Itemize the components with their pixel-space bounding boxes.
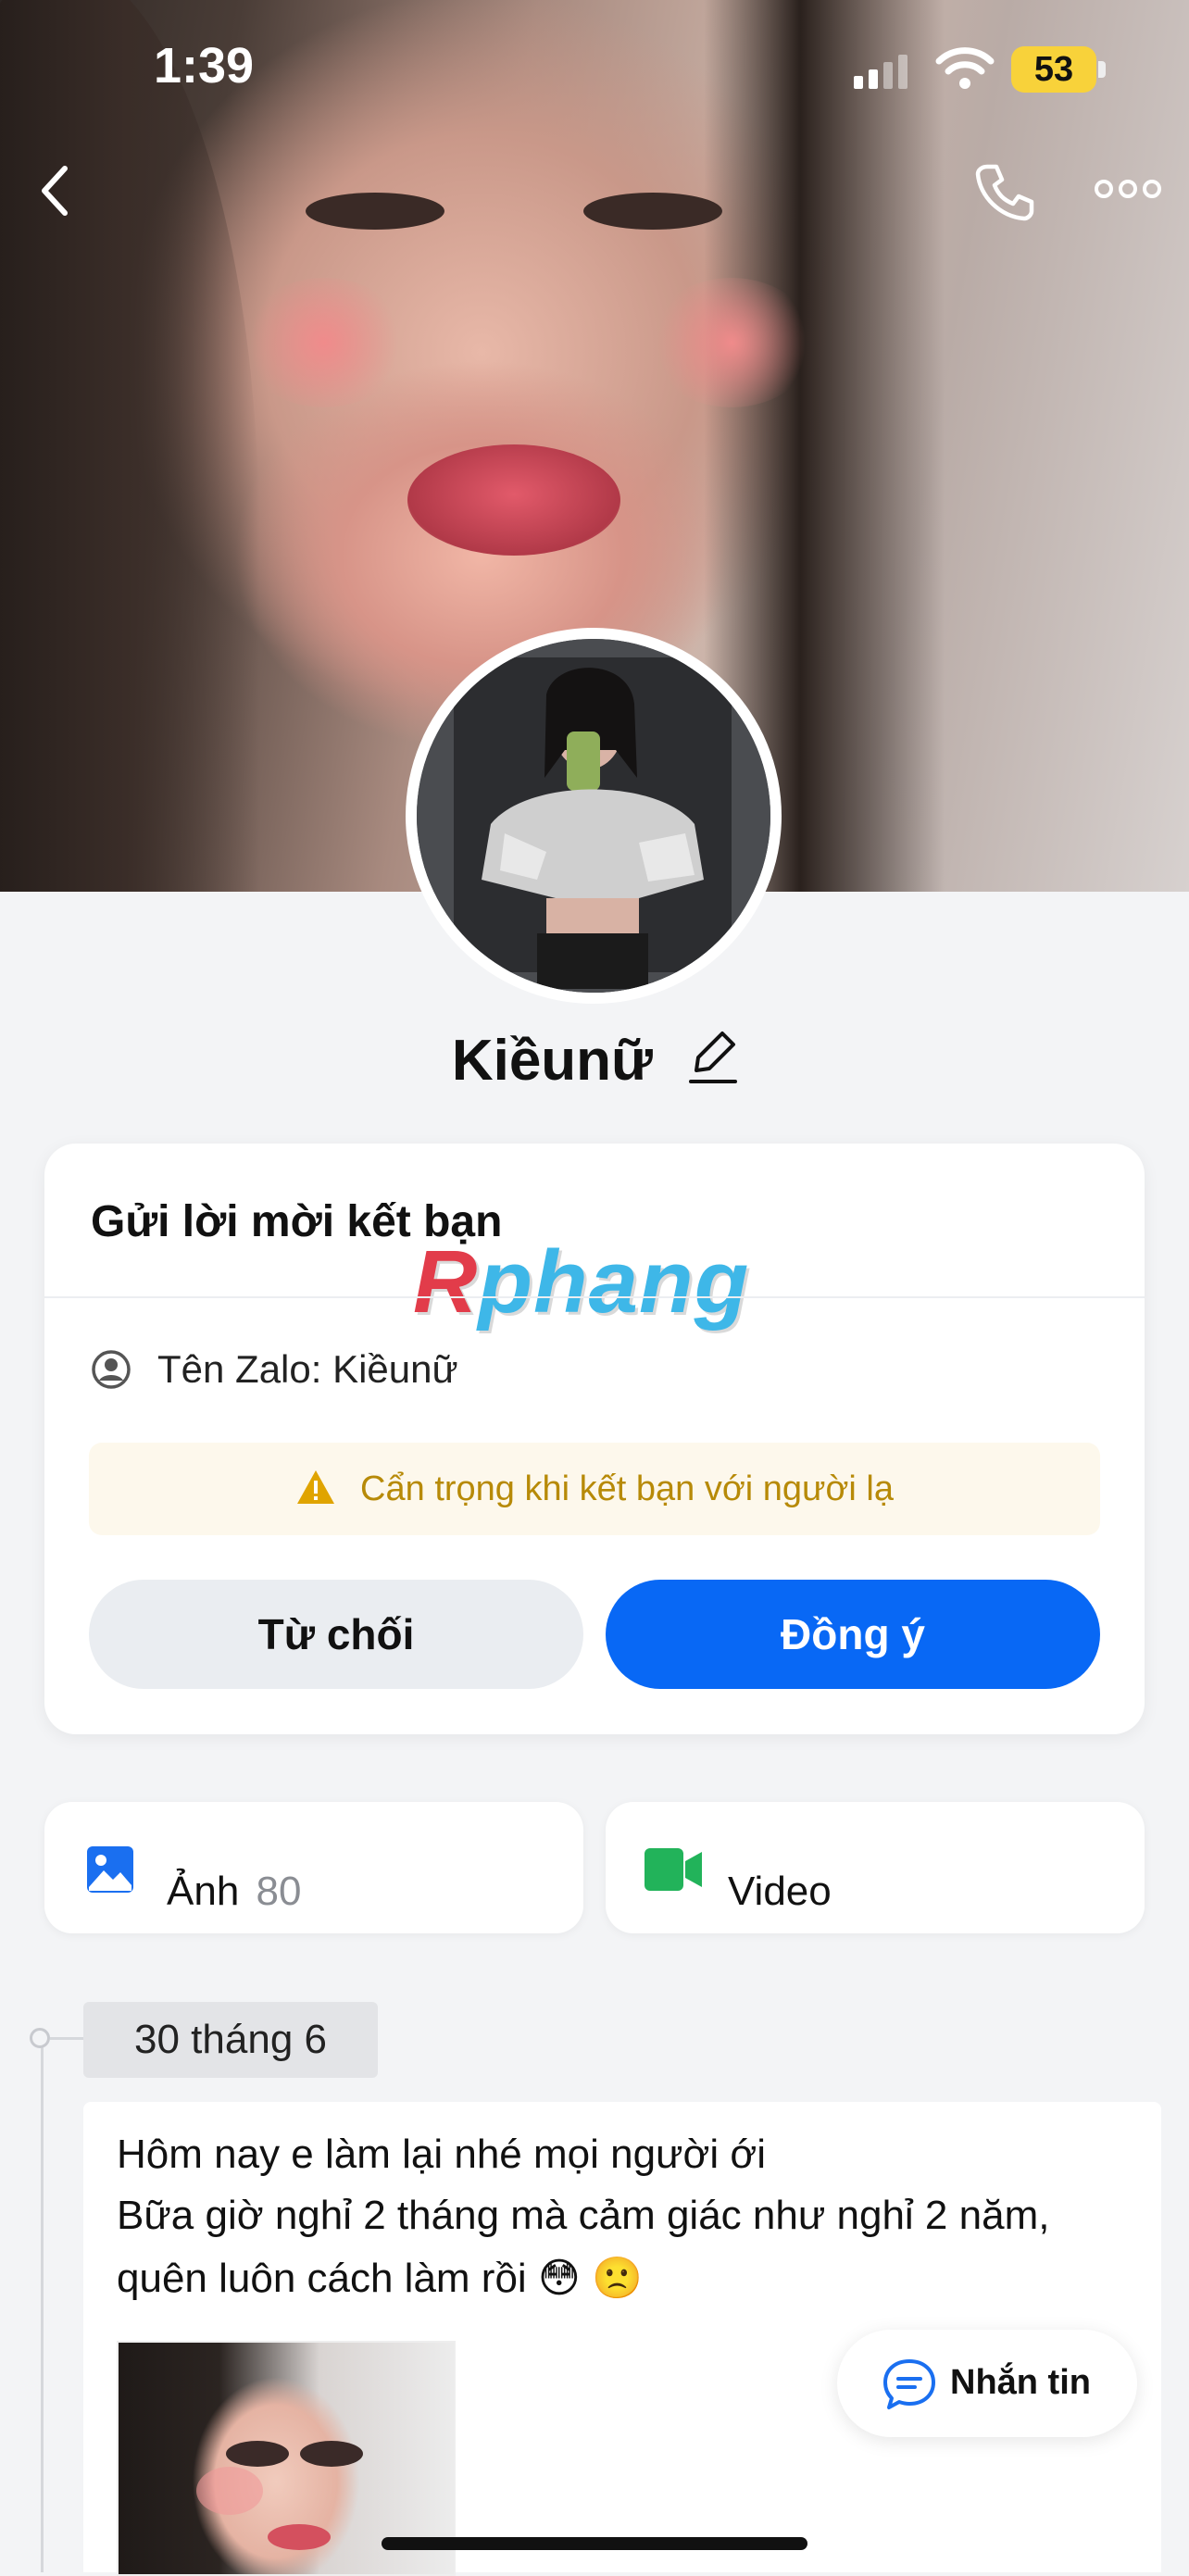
message-button-label: Nhắn tin (950, 2363, 1091, 2402)
cover-eye-right (583, 193, 722, 230)
photos-count: 80 (256, 1869, 302, 1914)
user-circle-icon (92, 1350, 131, 1389)
battery-tip (1098, 61, 1106, 78)
warning-triangle-icon (297, 1470, 335, 1504)
decline-button[interactable]: Từ chối (89, 1580, 583, 1689)
timeline-connector (50, 2037, 83, 2040)
post-text-line-1: Hôm nay e làm lại nhé mọi người ới (117, 2132, 766, 2177)
zalo-name-row: Tên Zalo: Kiềunữ (91, 1347, 458, 1392)
timeline-line (41, 2039, 44, 2572)
cover-eye-left (306, 193, 444, 230)
profile-name: Kiềunữ (451, 1029, 653, 1093)
photo-gallery-icon (87, 1846, 133, 1893)
timeline-dot (30, 2028, 50, 2048)
avatar[interactable] (417, 639, 770, 993)
back-chevron-icon[interactable] (35, 163, 72, 219)
timeline-date: 30 tháng 6 (83, 2002, 378, 2078)
card-divider (44, 1296, 1145, 1298)
photos-label-row: Ảnh 80 (167, 1869, 301, 1915)
photos-label: Ảnh (167, 1869, 240, 1914)
video-label: Video (728, 1869, 832, 1914)
status-bar: 1:39 53 (0, 0, 1189, 139)
watermark-first: R (413, 1232, 479, 1332)
watermark-logo: Rphang (413, 1232, 749, 1333)
cover-cheek-left (241, 278, 407, 407)
profile-name-row: Kiềunữ (0, 1028, 1189, 1094)
cover-lips (407, 444, 620, 556)
cover-cheek-right (648, 278, 815, 407)
battery-level: 53 (1011, 46, 1096, 93)
accept-button[interactable]: Đồng ý (606, 1580, 1100, 1689)
avatar-photo (417, 639, 770, 993)
warning-text: Cẩn trọng khi kết bạn với người lạ (360, 1469, 894, 1508)
watermark-rest: phang (478, 1232, 750, 1332)
video-camera-icon (645, 1848, 702, 1891)
wifi-icon (935, 47, 995, 89)
post-text-line-3: quên luôn cách làm rồi 😳 🙁 (117, 2256, 643, 2301)
cellular-signal-icon (854, 55, 907, 89)
edit-pencil-icon[interactable] (685, 1030, 738, 1087)
zalo-name: Tên Zalo: Kiềunữ (157, 1347, 458, 1391)
more-options-icon[interactable] (1095, 176, 1161, 202)
phone-call-icon[interactable] (974, 161, 1035, 222)
warning-text-row: Cẩn trọng khi kết bạn với người lạ (89, 1443, 1100, 1535)
post-text-line-2: Bữa giờ nghỉ 2 tháng mà cảm giác như ngh… (117, 2193, 1050, 2238)
home-indicator[interactable] (382, 2537, 807, 2550)
chat-bubble-icon (883, 2359, 935, 2409)
status-time: 1:39 (154, 38, 255, 94)
